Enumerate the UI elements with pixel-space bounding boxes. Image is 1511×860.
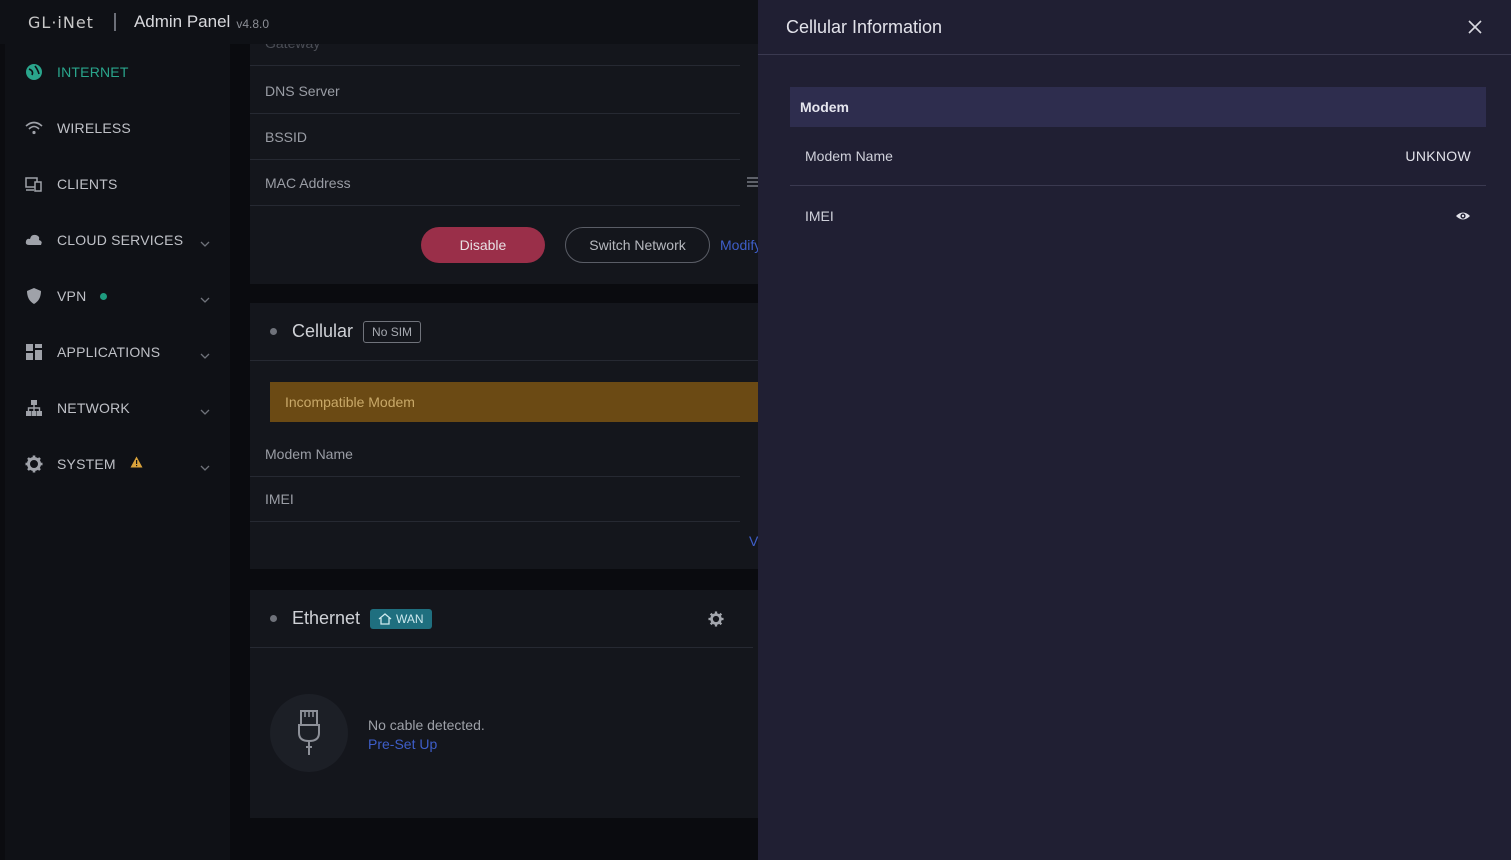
header-divider: [113, 13, 116, 31]
sidebar-item-clients[interactable]: CLIENTS: [5, 156, 230, 212]
close-icon[interactable]: [1465, 17, 1485, 37]
modem-name-label: Modem Name: [805, 148, 893, 164]
chevron-down-icon[interactable]: [200, 458, 210, 476]
cellular-header: Cellular No SIM: [250, 303, 760, 361]
cellular-imei-row: IMEI: [250, 476, 740, 522]
sidebar-item-cloud-services[interactable]: CLOUD SERVICES: [5, 212, 230, 268]
sidebar-item-label: VPN: [57, 288, 87, 304]
home-icon: [378, 612, 392, 625]
app-title: Admin Panel: [133, 12, 231, 31]
app-version: v4.8.0: [236, 16, 270, 31]
sidebar-item-network[interactable]: NETWORK: [5, 380, 230, 436]
no-sim-badge: No SIM: [363, 320, 422, 343]
sidebar-item-wireless[interactable]: WIRELESS: [5, 100, 230, 156]
brand-logo[interactable]: GL·iNet: [28, 13, 94, 32]
sidebar-item-system[interactable]: SYSTEM: [5, 436, 230, 492]
wan-badge-label: WAN: [396, 611, 424, 626]
warning-icon: [130, 455, 143, 473]
vpn-status-dot: [100, 292, 108, 300]
incompatible-modem-alert: Incompatible Modem: [270, 382, 760, 422]
imei-label: IMEI: [805, 207, 834, 224]
drawer-title: Cellular Information: [786, 16, 943, 37]
wifi-icon: [25, 119, 43, 137]
drawer-header: Cellular Information: [758, 0, 1511, 55]
sidebar-item-label: INTERNET: [57, 64, 129, 80]
apps-grid-icon: [25, 343, 43, 361]
ethernet-plug-illustration: [270, 694, 348, 772]
gear-icon: [25, 455, 43, 473]
ethernet-settings-gear-icon[interactable]: [708, 611, 724, 632]
dns-server-row: DNS Server: [250, 68, 740, 114]
view-more-link[interactable]: V: [749, 533, 758, 549]
globe-icon: [25, 63, 43, 81]
sidebar-item-internet[interactable]: INTERNET: [5, 44, 230, 100]
pre-set-up-link[interactable]: Pre-Set Up: [368, 736, 437, 752]
chevron-down-icon[interactable]: [200, 402, 210, 420]
modem-name-value: UNKNOW: [1405, 148, 1471, 164]
sidebar: INTERNET WIRELESS CLIENTS CLOUD SERVICES…: [5, 44, 230, 860]
sidebar-item-label: APPLICATIONS: [57, 344, 161, 360]
devices-icon: [25, 175, 43, 193]
ethernet-header: Ethernet WAN: [250, 590, 753, 648]
chevron-down-icon[interactable]: [200, 346, 210, 364]
sidebar-item-label: NETWORK: [57, 400, 130, 416]
cloud-icon: [25, 231, 43, 249]
ethernet-title: Ethernet: [292, 608, 361, 628]
modify-link[interactable]: Modify: [720, 237, 760, 253]
chevron-down-icon[interactable]: [200, 290, 210, 308]
bssid-row: BSSID: [250, 114, 740, 160]
cellular-info-drawer: Cellular Information Modem Modem Name UN…: [758, 0, 1511, 860]
eye-icon[interactable]: [1455, 208, 1471, 224]
cellular-modem-name-row: Modem Name: [250, 431, 740, 477]
main-content: Gateway DNS Server BSSID MAC Address Dis…: [230, 44, 760, 860]
gateway-row: Gateway: [250, 44, 740, 66]
sidebar-item-label: CLIENTS: [57, 176, 118, 192]
network-icon: [25, 399, 43, 417]
mac-address-row: MAC Address: [250, 160, 740, 206]
modem-name-row: Modem Name UNKNOW: [790, 127, 1486, 186]
wan-badge: WAN: [370, 608, 432, 629]
ethernet-plug-icon: [298, 710, 320, 755]
sidebar-item-label: SYSTEM: [57, 456, 116, 472]
switch-network-button[interactable]: Switch Network: [565, 227, 710, 263]
shield-icon: [25, 287, 43, 305]
chevron-down-icon[interactable]: [200, 234, 210, 252]
no-cable-status: No cable detected.: [368, 717, 485, 733]
modem-section-header: Modem: [790, 87, 1486, 127]
sidebar-item-label: CLOUD SERVICES: [57, 232, 184, 248]
disable-button[interactable]: Disable: [421, 227, 545, 263]
sidebar-item-label: WIRELESS: [57, 120, 131, 136]
imei-row: IMEI: [790, 186, 1486, 245]
cellular-title: Cellular: [292, 321, 354, 341]
top-bar: GL·iNet Admin Panel v4.8.0: [0, 0, 760, 44]
sidebar-item-applications[interactable]: APPLICATIONS: [5, 324, 230, 380]
cellular-status-dot: [270, 328, 277, 335]
ethernet-status-dot: [270, 615, 277, 622]
sidebar-item-vpn[interactable]: VPN: [5, 268, 230, 324]
